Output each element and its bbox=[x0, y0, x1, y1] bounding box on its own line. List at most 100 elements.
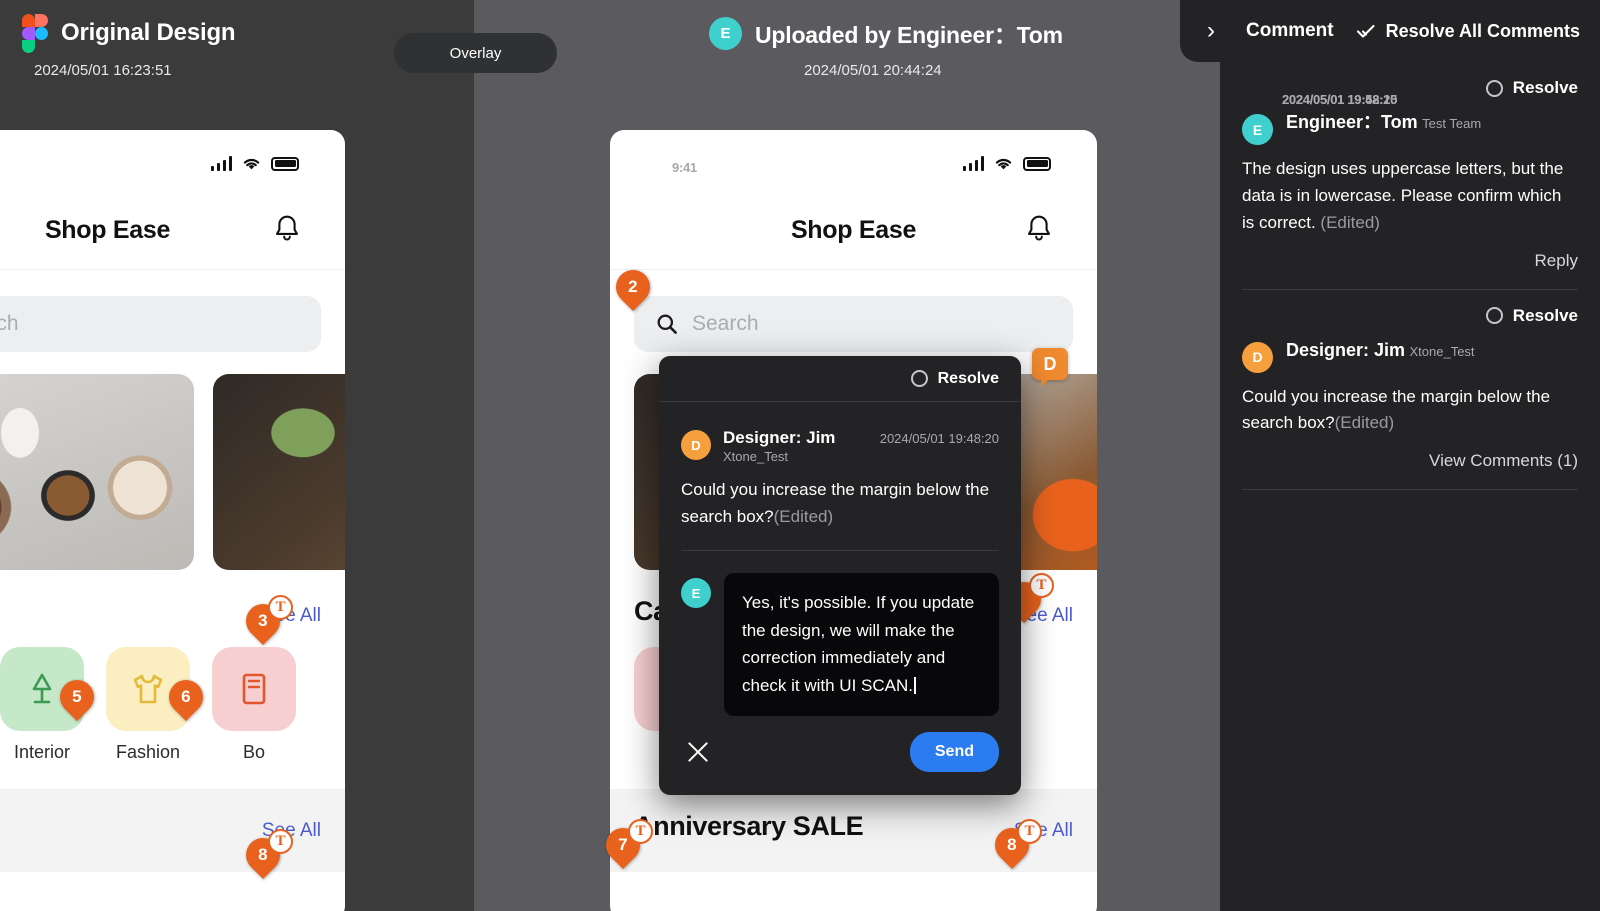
category-label: Bo bbox=[242, 742, 266, 762]
sidebar-header: › Comment Resolve All Comments bbox=[1180, 0, 1600, 62]
phone-status-bar: 9:41 bbox=[610, 130, 1097, 192]
comment-pin-5[interactable]: 5 bbox=[52, 672, 102, 722]
reply-avatar: E bbox=[681, 578, 711, 609]
status-icons bbox=[210, 156, 299, 171]
book-icon bbox=[212, 647, 296, 731]
popup-comment: D Designer: Jim Xtone_Test 2024/05/01 19… bbox=[659, 402, 1021, 530]
comment-pin-3[interactable]: 3 T bbox=[238, 595, 293, 646]
comment-author-team: Xtone_Test bbox=[1409, 343, 1475, 359]
comment-text: The design uses uppercase letters, but t… bbox=[1242, 156, 1578, 237]
resolve-label: Resolve bbox=[1512, 78, 1578, 97]
figma-logo-icon bbox=[22, 14, 48, 53]
cellular-signal-icon bbox=[962, 156, 984, 171]
resolve-checkbox[interactable] bbox=[1485, 79, 1503, 97]
comment-body: Could you increase the margin below the … bbox=[1242, 386, 1551, 433]
send-button[interactable]: Send bbox=[909, 731, 999, 772]
phone-app-bar: Shop Ease bbox=[610, 192, 1097, 270]
cellular-signal-icon bbox=[210, 156, 232, 171]
promo-carousel bbox=[0, 352, 345, 570]
pin-type-badge: T bbox=[628, 819, 653, 844]
list-divider bbox=[1242, 489, 1578, 491]
uploader-avatar: E bbox=[709, 16, 742, 50]
sidebar-title: Comment bbox=[1246, 20, 1334, 41]
phone-status-bar bbox=[0, 130, 345, 192]
comment-text: Could you increase the margin below the … bbox=[681, 476, 999, 530]
left-panel-title: Original Design bbox=[61, 19, 236, 46]
notification-bell-icon[interactable] bbox=[273, 213, 301, 248]
sidebar-resolve-toggle[interactable]: Resolve bbox=[1242, 306, 1578, 326]
comment-text: Could you increase the margin below the … bbox=[1242, 384, 1578, 438]
reply-draft-text: Yes, it's possible. If you update the de… bbox=[742, 593, 975, 695]
comment-author-name: Designer: Jim bbox=[1286, 339, 1406, 360]
close-icon[interactable] bbox=[685, 739, 711, 765]
comment-sidebar: › Comment Resolve All Comments Resolve E… bbox=[1180, 0, 1600, 911]
app-title: Shop Ease bbox=[790, 216, 917, 244]
comment-author-name: Designer: Jim bbox=[723, 428, 836, 447]
search-input[interactable]: Search bbox=[0, 296, 321, 352]
comment-pin-8[interactable]: 8 T bbox=[238, 829, 293, 880]
pin-type-badge: T bbox=[1017, 819, 1042, 844]
battery-icon bbox=[1023, 156, 1051, 171]
comment-pin-8[interactable]: 8 T bbox=[987, 819, 1042, 870]
comment-timestamp: 2024/05/01 19:48:20 bbox=[1282, 92, 1398, 107]
promo-image[interactable] bbox=[0, 374, 194, 570]
popup-resolve-toggle[interactable]: Resolve bbox=[910, 370, 999, 388]
comment-pin-6[interactable]: 6 bbox=[161, 672, 211, 722]
reply-textarea[interactable]: Yes, it's possible. If you update the de… bbox=[724, 573, 999, 716]
left-panel-timestamp: 2024/05/01 16:23:51 bbox=[34, 62, 172, 79]
designer-marker-label: D bbox=[1032, 348, 1068, 380]
designer-comment-marker[interactable]: D bbox=[1032, 348, 1068, 388]
comment-author-team: Xtone_Test bbox=[723, 449, 789, 464]
phone-search-section: Search bbox=[610, 270, 1097, 352]
overlay-toggle-button[interactable]: Overlay bbox=[394, 33, 557, 73]
product-section: Product See All bbox=[0, 789, 345, 872]
comment-pin-7[interactable]: 7 T bbox=[598, 819, 653, 870]
center-panel-header: E Uploaded by Engineer：Tom bbox=[709, 16, 1063, 50]
reply-link[interactable]: Reply bbox=[1242, 251, 1578, 271]
sale-title: Anniversary SALE bbox=[634, 811, 864, 841]
avatar: E bbox=[1242, 114, 1273, 145]
avatar: D bbox=[681, 430, 711, 460]
category-item-book[interactable]: Bo bbox=[212, 647, 296, 763]
avatar: D bbox=[1242, 341, 1273, 373]
app-title: Shop Ease bbox=[44, 216, 171, 244]
notification-bell-icon[interactable] bbox=[1025, 213, 1053, 248]
search-icon bbox=[657, 314, 677, 334]
original-design-phone-mockup: Shop Ease Search s See Al bbox=[0, 130, 345, 911]
search-placeholder: Search bbox=[692, 312, 759, 335]
sidebar-comment-item: Resolve D Designer: Jim Xtone_Test 2024/… bbox=[1242, 92, 1578, 491]
comment-timestamp: 2024/05/01 19:48:20 bbox=[879, 431, 999, 446]
resolve-checkbox[interactable] bbox=[1485, 307, 1503, 325]
double-check-icon bbox=[1356, 24, 1375, 38]
chevron-right-icon[interactable]: › bbox=[1198, 17, 1224, 45]
original-design-panel: Original Design 2024/05/01 16:23:51 Shop… bbox=[0, 0, 474, 911]
center-panel-timestamp: 2024/05/01 20:44:24 bbox=[804, 62, 942, 79]
left-panel-header: Original Design bbox=[22, 14, 236, 53]
comment-body: The design uses uppercase letters, but t… bbox=[1242, 159, 1564, 232]
view-comments-link[interactable]: View Comments (1) bbox=[1242, 451, 1578, 471]
comment-body: Could you increase the margin below the … bbox=[681, 480, 990, 527]
categories-section-header: s See All bbox=[0, 570, 345, 627]
resolve-checkbox[interactable] bbox=[910, 370, 928, 387]
pin-type-badge: T bbox=[268, 595, 293, 620]
search-placeholder: Search bbox=[0, 312, 19, 335]
wifi-icon bbox=[995, 158, 1012, 170]
wifi-icon bbox=[243, 158, 260, 170]
popup-header: Resolve bbox=[659, 356, 1021, 402]
edited-marker: (Edited) bbox=[773, 507, 834, 527]
search-input[interactable]: Search bbox=[634, 296, 1073, 352]
sidebar-comment-list: Resolve E Engineer：Tom Test Team 2024/05… bbox=[1220, 62, 1600, 911]
center-panel-title: Uploaded by Engineer：Tom bbox=[755, 22, 1063, 48]
comment-pin-2[interactable]: 2 bbox=[608, 262, 658, 312]
status-icons bbox=[962, 156, 1051, 171]
status-time: 9:41 bbox=[672, 160, 697, 175]
comment-author-name: Engineer：Tom bbox=[1286, 112, 1418, 132]
edited-marker: (Edited) bbox=[1334, 413, 1395, 433]
popup-footer: Send bbox=[659, 716, 1021, 772]
popup-comment-header: D Designer: Jim Xtone_Test 2024/05/01 19… bbox=[681, 428, 999, 466]
promo-image[interactable] bbox=[213, 374, 345, 570]
phone-app-bar: Shop Ease bbox=[0, 192, 345, 270]
comment-popup: Resolve D Designer: Jim Xtone_Test 2024/… bbox=[659, 356, 1021, 795]
phone-search-section: Search bbox=[0, 270, 345, 352]
resolve-all-comments-button[interactable]: Resolve All Comments bbox=[1356, 21, 1580, 42]
